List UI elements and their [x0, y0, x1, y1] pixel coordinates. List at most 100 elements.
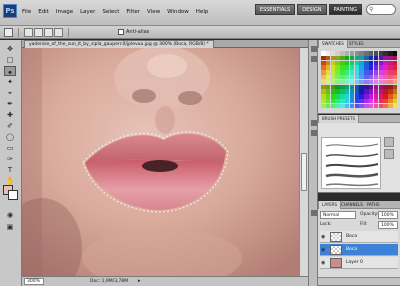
swatches-panel-tabs: SWATCHES STYLES — [318, 40, 400, 48]
blend-mode-select[interactable]: Normal — [320, 211, 356, 219]
workspace-essentials-button[interactable]: ESSENTIALS — [254, 4, 296, 15]
workspace-painting-button[interactable]: PAINTING — [328, 4, 362, 15]
brush-tool-icon[interactable]: ✐ — [4, 121, 16, 131]
menu-filter[interactable]: Filter — [126, 9, 140, 15]
visibility-eye-icon[interactable]: ◉ — [321, 247, 327, 253]
layer-thumbnail — [330, 232, 342, 242]
actions-icon[interactable] — [311, 56, 317, 62]
tab-brush-presets[interactable]: BRUSH PRESETS — [318, 115, 360, 123]
lasso-tool-icon[interactable]: ⦁ — [4, 66, 16, 76]
layers-panel-footer — [318, 277, 400, 285]
brush-panel-tabs: BRUSH PRESETS — [318, 115, 400, 123]
lasso-icon[interactable] — [4, 28, 13, 37]
layer-name: Boca — [346, 234, 358, 239]
pen-tool-icon[interactable]: ✑ — [4, 154, 16, 164]
tab-channels[interactable]: CHANNELS — [338, 201, 366, 209]
document-canvas[interactable] — [22, 48, 299, 276]
swatches-panel: SWATCHES STYLES — [318, 40, 400, 114]
options-separator — [68, 28, 69, 37]
subtract-selection-button[interactable] — [44, 28, 53, 37]
menu-help[interactable]: Help — [196, 9, 209, 15]
tab-styles[interactable]: STYLES — [346, 40, 367, 48]
opacity-field[interactable]: 100% — [378, 211, 398, 219]
fill-label: Fill: — [360, 222, 368, 227]
marquee-tool-icon[interactable]: □ — [4, 55, 16, 65]
layers-panel: LAYERS CHANNELS PATHS Normal Opacity: 10… — [318, 201, 400, 286]
menu-file[interactable]: File — [22, 9, 31, 15]
layer-thumbnail — [330, 258, 342, 268]
eyedropper-tool-icon[interactable]: ✒ — [4, 99, 16, 109]
eraser-tool-icon[interactable]: ▭ — [4, 143, 16, 153]
history-icon[interactable] — [311, 46, 317, 52]
canvas-vertical-scrollbar[interactable] — [299, 48, 308, 276]
brush-option-button[interactable] — [384, 149, 394, 159]
layer-row[interactable]: ◉ Boca — [320, 231, 398, 243]
menu-items: File Edit Image Layer Select Filter View… — [22, 9, 208, 15]
status-bar: 300% Doc: 1,9M/3,78M ▸ — [22, 276, 308, 286]
document-size: Doc: 1,9M/3,78M — [90, 279, 129, 284]
screen-mode-icon[interactable]: ▣ — [4, 222, 16, 232]
intersect-selection-button[interactable] — [54, 28, 63, 37]
color-swatch[interactable] — [392, 103, 398, 109]
layer-row-selected[interactable]: ◉ Boca — [320, 244, 398, 256]
background-color-swatch[interactable] — [8, 190, 18, 200]
canvas-photo — [22, 48, 299, 276]
collapsed-panels-strip — [308, 40, 318, 286]
clone-tool-icon[interactable]: ◯ — [4, 132, 16, 142]
scrollbar-thumb[interactable] — [301, 153, 307, 191]
new-selection-button[interactable] — [24, 28, 33, 37]
quick-select-tool-icon[interactable]: ✦ — [4, 77, 16, 87]
zoom-field[interactable]: 300% — [24, 278, 44, 285]
brush-panel-buttons — [384, 137, 394, 161]
menu-layer[interactable]: Layer — [80, 9, 95, 15]
lock-label: Lock: — [320, 222, 332, 227]
fill-field[interactable]: 100% — [378, 221, 398, 229]
move-tool-icon[interactable]: ✥ — [4, 44, 16, 54]
add-selection-button[interactable] — [34, 28, 43, 37]
menu-image[interactable]: Image — [56, 9, 73, 15]
healing-tool-icon[interactable]: ✚ — [4, 110, 16, 120]
document-tab-bar: yadenise_of_the_sun_it_by_sipla_gauperr.… — [22, 40, 308, 48]
layer-name: Layer 0 — [346, 260, 363, 265]
layers-panel-tabs: LAYERS CHANNELS PATHS — [318, 201, 400, 209]
brush-presets-panel: BRUSH PRESETS — [318, 115, 400, 193]
workspace-switcher: ESSENTIALS DESIGN PAINTING — [254, 4, 362, 15]
brush-option-button[interactable] — [384, 137, 394, 147]
status-menu-arrow-icon[interactable]: ▸ — [138, 278, 141, 284]
menu-view[interactable]: View — [147, 9, 160, 15]
layer-blend-controls: Normal Opacity: 100% — [320, 211, 398, 220]
layer-thumbnail — [330, 245, 342, 255]
visibility-eye-icon[interactable]: ◉ — [321, 260, 327, 266]
tab-paths[interactable]: PATHS — [364, 201, 383, 209]
anti-alias-label: Anti-alias — [126, 29, 150, 35]
menu-bar: Ps File Edit Image Layer Select Filter V… — [0, 0, 400, 26]
workspace-design-button[interactable]: DESIGN — [297, 4, 327, 15]
clone-source-icon[interactable] — [311, 130, 317, 136]
menu-select[interactable]: Select — [102, 9, 119, 15]
layer-row[interactable]: ◉ Layer 0 — [320, 257, 398, 269]
anti-alias-checkbox[interactable] — [118, 29, 124, 35]
brush-preset-list[interactable] — [321, 137, 381, 189]
options-bar: Anti-alias — [0, 26, 400, 39]
layers-strip-icon[interactable] — [311, 210, 317, 216]
swatch-grid[interactable] — [321, 51, 398, 109]
visibility-eye-icon[interactable]: ◉ — [321, 234, 327, 240]
brush-icon[interactable] — [311, 120, 317, 126]
quick-mask-icon[interactable]: ◉ — [4, 210, 16, 220]
type-tool-icon[interactable]: T — [4, 165, 16, 175]
opacity-label: Opacity: — [360, 212, 379, 217]
search-input[interactable]: ⚲ — [366, 4, 396, 15]
menu-window[interactable]: Window — [167, 9, 189, 15]
search-icon: ⚲ — [369, 6, 374, 13]
options-separator — [18, 28, 19, 37]
menu-edit[interactable]: Edit — [38, 9, 49, 15]
selection-mode-buttons — [24, 28, 63, 37]
layer-name: Boca — [346, 247, 358, 252]
lock-row: Lock: Fill: 100% — [320, 221, 398, 229]
brush-strokes — [325, 143, 379, 187]
document-tab[interactable]: yadenise_of_the_sun_it_by_sipla_gauperr.… — [24, 40, 214, 48]
crop-tool-icon[interactable]: ⌖ — [4, 88, 16, 98]
tools-panel: ✥ □ ⦁ ✦ ⌖ ✒ ✚ ✐ ◯ ▭ ✑ T ✋ ◉ ▣ — [0, 40, 22, 286]
tab-swatches[interactable]: SWATCHES — [318, 40, 348, 48]
photoshop-logo: Ps — [3, 4, 17, 18]
